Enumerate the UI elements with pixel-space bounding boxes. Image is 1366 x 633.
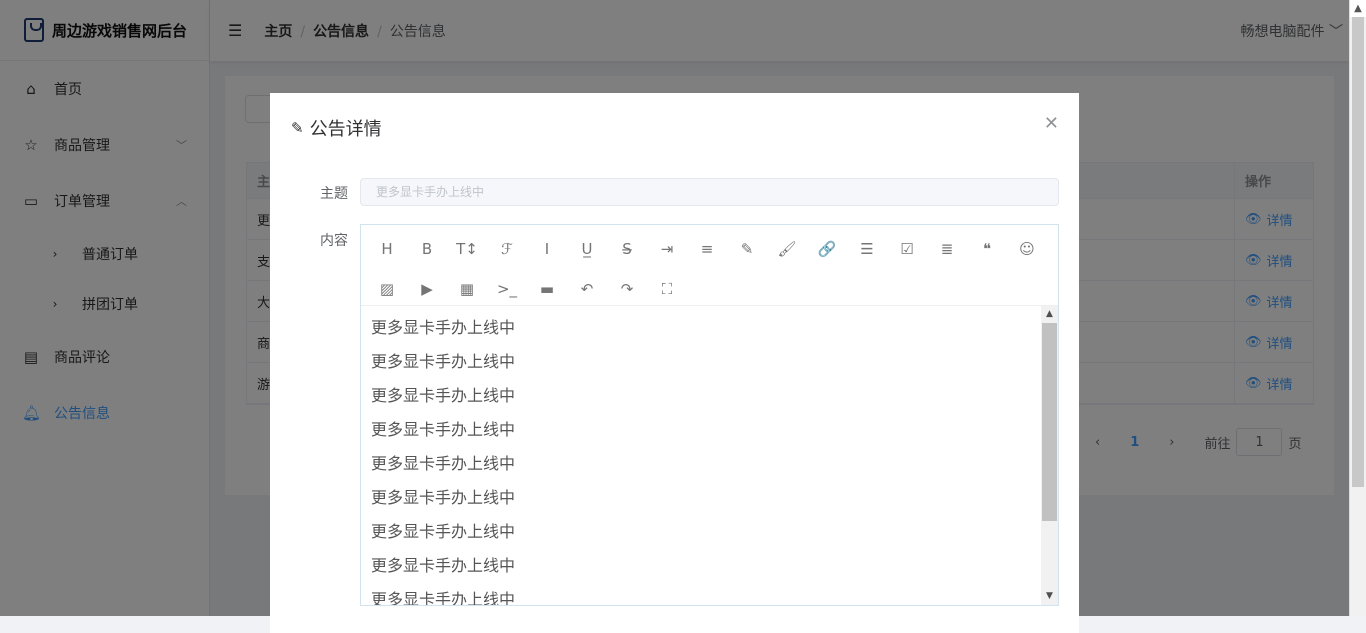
bold-icon[interactable]: B <box>407 229 447 269</box>
content-line: 更多显卡手办上线中 <box>371 352 516 371</box>
content-line: 更多显卡手办上线中 <box>371 420 516 439</box>
emoticon-icon[interactable]: ☺ <box>1007 229 1047 269</box>
fore-color-icon[interactable]: ✎ <box>727 229 767 269</box>
scroll-up-icon[interactable]: ▲ <box>1350 0 1366 17</box>
back-color-icon[interactable]: 🖌 <box>767 229 807 269</box>
italic-icon[interactable]: I <box>527 229 567 269</box>
page-scrollbar[interactable]: ▲ <box>1349 0 1366 616</box>
content-line: 更多显卡手办上线中 <box>371 454 516 473</box>
subject-input[interactable]: 更多显卡手办上线中 <box>360 178 1059 206</box>
close-icon[interactable]: ✕ <box>1044 113 1059 134</box>
notice-detail-dialog: ✎ 公告详情 ✕ 主题 更多显卡手办上线中 内容 H B T↕ ℱ I U̲ S̶ ⇥ ≡ ✎ 🖌 🔗 ☰… <box>270 93 1079 633</box>
editor-toolbar: H B T↕ ℱ I U̲ S̶ ⇥ ≡ ✎ 🖌 🔗 ☰ ☑ ≣ ❝ ☺ ▨ ▶ ▦ >_ ▬ ↶ ↷ ⛶ <box>361 225 1058 306</box>
justify-icon[interactable]: ≣ <box>927 229 967 269</box>
content-label: 内容 <box>320 233 348 249</box>
scrollbar-thumb[interactable] <box>1352 17 1364 487</box>
content-line: 更多显卡手办上线中 <box>371 386 516 405</box>
dialog-title: ✎ 公告详情 <box>291 115 382 141</box>
edit-icon: ✎ <box>291 119 304 137</box>
fullscreen-icon[interactable]: ⛶ <box>647 269 687 309</box>
rich-text-editor: H B T↕ ℱ I U̲ S̶ ⇥ ≡ ✎ 🖌 🔗 ☰ ☑ ≣ ❝ ☺ ▨ ▶ ▦ >_ ▬ ↶ ↷ ⛶ 更多显卡手办上线中更… <box>360 224 1059 606</box>
divider-icon[interactable]: ▬ <box>527 269 567 309</box>
editor-content[interactable]: 更多显卡手办上线中 更多显卡手办上线中 更多显卡手办上线中 更多显卡手办上线中 更多显卡… <box>361 306 1058 605</box>
todo-icon[interactable]: ☑ <box>887 229 927 269</box>
font-family-icon[interactable]: ℱ <box>487 229 527 269</box>
indent-icon[interactable]: ⇥ <box>647 229 687 269</box>
redo-icon[interactable]: ↷ <box>607 269 647 309</box>
code-icon[interactable]: >_ <box>487 269 527 309</box>
quote-icon[interactable]: ❝ <box>967 229 1007 269</box>
strikethrough-icon[interactable]: S̶ <box>607 229 647 269</box>
content-line: 更多显卡手办上线中 <box>371 590 516 605</box>
list-icon[interactable]: ☰ <box>847 229 887 269</box>
content-line: 更多显卡手办上线中 <box>371 556 516 575</box>
content-line: 更多显卡手办上线中 <box>371 488 516 507</box>
scrollbar-thumb[interactable] <box>1042 323 1057 521</box>
editor-scrollbar[interactable]: ▲ ▼ <box>1041 306 1058 605</box>
table-icon[interactable]: ▦ <box>447 269 487 309</box>
line-height-icon[interactable]: ≡ <box>687 229 727 269</box>
subject-label: 主题 <box>320 186 348 202</box>
image-icon[interactable]: ▨ <box>367 269 407 309</box>
scroll-down-icon[interactable]: ▼ <box>1041 588 1058 605</box>
underline-icon[interactable]: U̲ <box>567 229 607 269</box>
content-line: 更多显卡手办上线中 <box>371 522 516 541</box>
link-icon[interactable]: 🔗 <box>807 229 847 269</box>
scroll-up-icon[interactable]: ▲ <box>1041 306 1058 323</box>
content-line: 更多显卡手办上线中 <box>371 318 516 337</box>
dialog-title-text: 公告详情 <box>309 119 382 140</box>
video-icon[interactable]: ▶ <box>407 269 447 309</box>
heading-icon[interactable]: H <box>367 229 407 269</box>
undo-icon[interactable]: ↶ <box>567 269 607 309</box>
font-size-icon[interactable]: T↕ <box>447 229 487 269</box>
